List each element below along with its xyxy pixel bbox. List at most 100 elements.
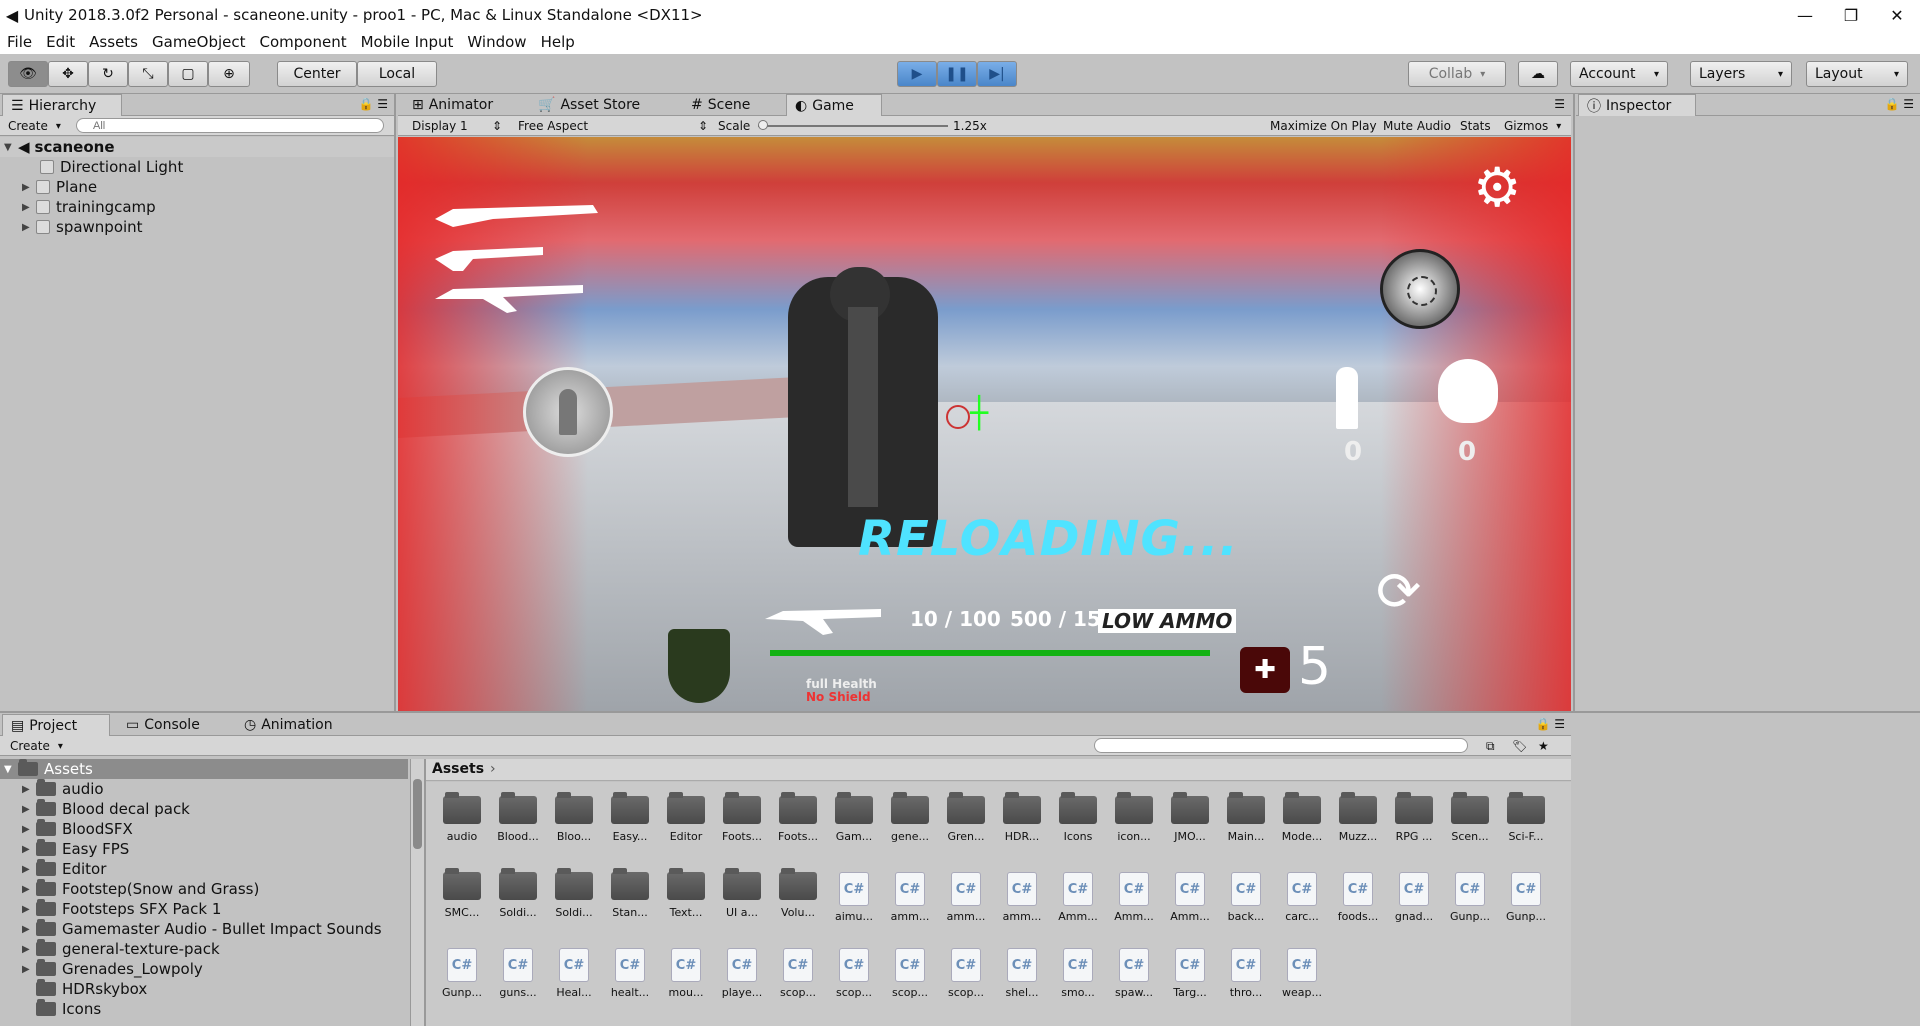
asset-folder[interactable]: Mode... [1276,792,1328,843]
reload-icon[interactable]: ⟳ [1376,565,1421,619]
minimize-button[interactable]: — [1782,0,1828,30]
asset-script[interactable]: C# amm... [996,872,1048,923]
asset-script[interactable]: C# scop... [828,948,880,999]
asset-folder[interactable]: Bloo... [548,792,600,843]
ammo-clip-icon[interactable] [1336,367,1358,429]
asset-script[interactable]: C# guns... [492,948,544,999]
tab-hierarchy[interactable]: ☰ Hierarchy [2,94,122,116]
asset-folder[interactable]: SMC... [436,868,488,919]
rotate-tool-button[interactable]: ↻ [88,61,128,87]
panel-menu-icon[interactable]: 🔒 ☰ [1884,97,1914,111]
step-button[interactable]: ▶| [977,61,1017,87]
asset-folder[interactable]: gene... [884,792,936,843]
view-tool-button[interactable]: 👁 [8,61,48,87]
folder-item[interactable]: ▶ general-texture-pack [0,939,408,959]
expand-icon[interactable]: ▶ [22,924,36,935]
cloud-button[interactable]: ☁ [1518,61,1558,87]
maximize-on-play-toggle[interactable]: Maximize On Play [1270,118,1377,134]
folder-item[interactable]: ▶ Blood decal pack [0,799,408,819]
folder-item[interactable]: ▶ Grenades_Lowpoly [0,959,408,979]
asset-script[interactable]: C# Amm... [1164,872,1216,923]
filter-type-icon[interactable]: ⧉ [1486,738,1495,754]
expand-icon[interactable]: ▶ [22,804,36,815]
expand-icon[interactable]: ▶ [22,182,36,193]
asset-folder[interactable]: Foots... [772,792,824,843]
asset-folder[interactable]: Gam... [828,792,880,843]
hierarchy-item[interactable]: ▶ spawnpoint [0,217,394,237]
asset-folder[interactable]: Main... [1220,792,1272,843]
menu-gameobject[interactable]: GameObject [145,33,253,51]
menu-edit[interactable]: Edit [39,33,82,51]
folder-item[interactable]: ▶ Easy FPS [0,839,408,859]
account-dropdown[interactable]: Account [1570,61,1668,87]
asset-folder[interactable]: Soldi... [548,868,600,919]
menu-component[interactable]: Component [253,33,354,51]
panel-menu-icon[interactable]: ☰ [1554,97,1565,111]
folder-item[interactable]: ▶ Footsteps SFX Pack 1 [0,899,408,919]
menu-assets[interactable]: Assets [82,33,145,51]
pause-button[interactable]: ❚❚ [937,61,977,87]
panel-menu-icon[interactable]: 🔒 ☰ [358,97,388,111]
folder-item[interactable]: ▶ BloodSFX [0,819,408,839]
asset-script[interactable]: C# scop... [940,948,992,999]
tab-inspector[interactable]: ⓘ Inspector [1578,94,1696,116]
aim-button[interactable] [1380,249,1460,329]
scene-root[interactable]: ▼ ◀ scaneone [0,137,394,157]
play-button[interactable]: ▶ [897,61,937,87]
asset-folder[interactable]: Icons [1052,792,1104,843]
asset-script[interactable]: C# Targ... [1164,948,1216,999]
mute-audio-toggle[interactable]: Mute Audio [1383,118,1451,134]
asset-folder[interactable]: Stan... [604,868,656,919]
project-create-button[interactable]: Create [10,738,63,754]
expand-icon[interactable]: ▼ [4,142,18,153]
asset-script[interactable]: C# back... [1220,872,1272,923]
close-button[interactable]: ✕ [1874,0,1920,30]
asset-folder[interactable]: RPG ... [1388,792,1440,843]
asset-folder[interactable]: JMO... [1164,792,1216,843]
settings-gear-icon[interactable]: ⚙ [1473,161,1521,215]
layout-dropdown[interactable]: Layout [1806,61,1908,87]
asset-script[interactable]: C# carc... [1276,872,1328,923]
tab-console[interactable]: ▭ Console [118,714,208,736]
tab-project[interactable]: ▤ Project [2,714,110,736]
expand-icon[interactable]: ▶ [22,202,36,213]
menu-file[interactable]: File [0,33,39,51]
asset-script[interactable]: C# playe... [716,948,768,999]
asset-folder[interactable]: audio [436,792,488,843]
tab-asset-store[interactable]: 🛒 Asset Store [530,94,648,116]
asset-script[interactable]: C# amm... [884,872,936,923]
expand-icon[interactable]: ▶ [22,784,36,795]
expand-icon[interactable]: ▶ [22,884,36,895]
folder-item[interactable]: Icons [0,999,408,1019]
expand-icon[interactable]: ▶ [22,904,36,915]
expand-icon[interactable]: ▼ [4,764,18,775]
expand-icon[interactable]: ▶ [22,864,36,875]
asset-folder[interactable]: Gren... [940,792,992,843]
hierarchy-search-input[interactable] [76,118,384,133]
transform-tool-button[interactable]: ⊕ [208,61,250,87]
asset-script[interactable]: C# spaw... [1108,948,1160,999]
asset-folder[interactable]: HDR... [996,792,1048,843]
folder-item[interactable]: ▶ audio [0,779,408,799]
panel-menu-icon[interactable]: 🔒 ☰ [1535,717,1565,731]
hierarchy-item[interactable]: Directional Light [0,157,394,177]
menu-window[interactable]: Window [460,33,533,51]
assets-root[interactable]: ▼ Assets [0,759,408,779]
tree-scrollbar[interactable] [410,759,424,1026]
folder-item[interactable]: ▶ Editor [0,859,408,879]
asset-folder[interactable]: Blood... [492,792,544,843]
asset-script[interactable]: C# gnad... [1388,872,1440,923]
asset-folder[interactable]: Foots... [716,792,768,843]
scale-slider[interactable] [758,120,948,130]
asset-script[interactable]: C# Gunp... [436,948,488,999]
tab-scene[interactable]: # Scene [683,94,758,116]
asset-script[interactable]: C# Gunp... [1444,872,1496,923]
hierarchy-item[interactable]: ▶ trainingcamp [0,197,394,217]
menu-mobile-input[interactable]: Mobile Input [354,33,461,51]
project-search-input[interactable] [1094,738,1468,753]
scale-tool-button[interactable]: ⤡ [128,61,168,87]
asset-script[interactable]: C# scop... [884,948,936,999]
grenade-icon[interactable] [1438,359,1498,423]
asset-script[interactable]: C# amm... [940,872,992,923]
asset-script[interactable]: C# Amm... [1052,872,1104,923]
